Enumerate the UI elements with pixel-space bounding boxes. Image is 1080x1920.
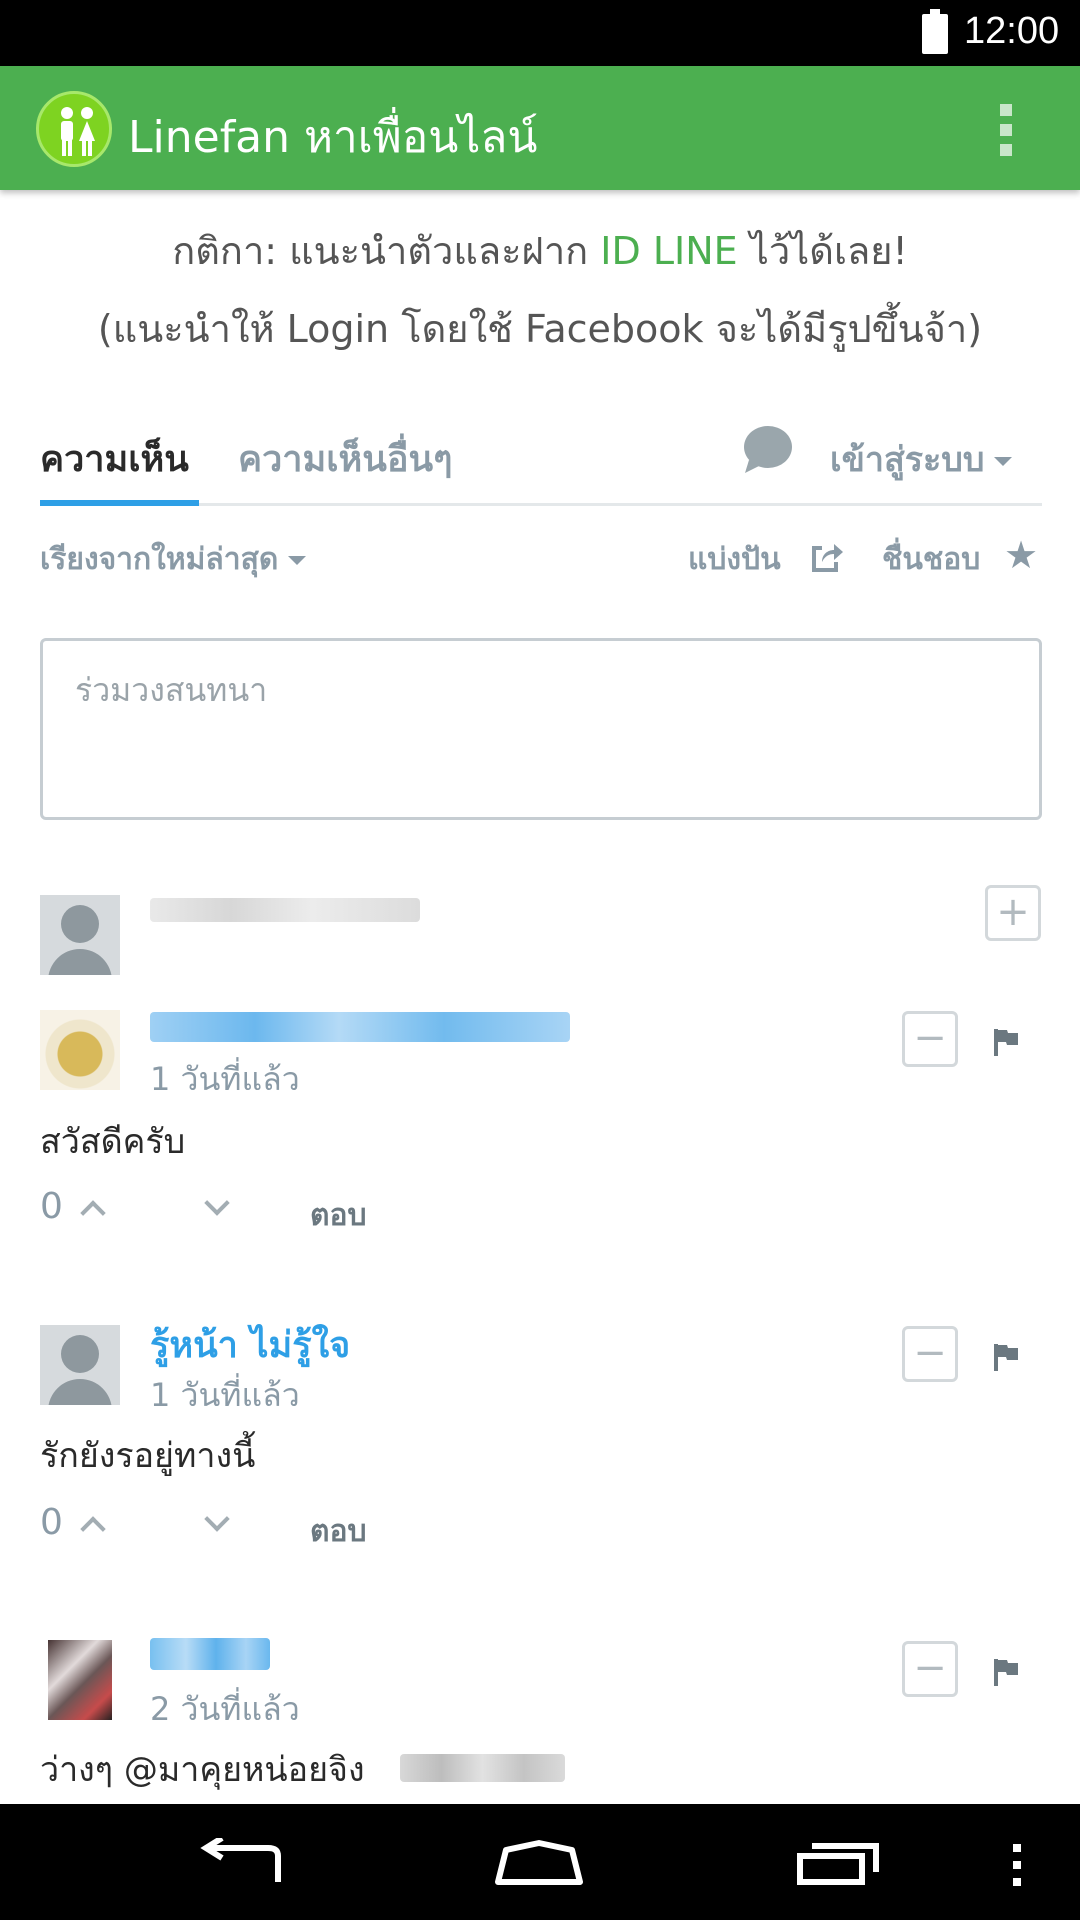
upvote-button[interactable] <box>80 1200 106 1226</box>
avatar <box>40 1010 120 1090</box>
home-icon[interactable] <box>494 1840 584 1886</box>
star-icon[interactable]: ★ <box>1004 536 1038 574</box>
downvote-button[interactable] <box>204 1190 230 1216</box>
comment-body: สวัสดีครับ <box>40 1122 186 1162</box>
app-title: Linefan หาเพื่อนไลน์ <box>128 112 538 163</box>
share-button[interactable]: แบ่งปัน <box>688 536 781 583</box>
redacted-line-id <box>400 1754 565 1782</box>
collapse-button[interactable]: − <box>902 1326 958 1382</box>
redacted-author-name[interactable] <box>150 1012 570 1042</box>
expand-button[interactable]: + <box>985 885 1041 941</box>
comment-time: 2 วันที่แล้ว <box>150 1690 300 1728</box>
rules-text: กติกา: แนะนำตัวและฝาก ID LINE ไว้ได้เลย! <box>0 220 1080 281</box>
comment-author[interactable]: รู้หน้า ไม่รู้ใจ <box>150 1316 350 1373</box>
reply-button[interactable]: ตอบ <box>310 1192 367 1239</box>
redacted-author-name[interactable] <box>150 1638 270 1670</box>
menu-dots-icon[interactable] <box>1010 1842 1024 1888</box>
rules-highlight: ID LINE <box>600 229 738 273</box>
comment-body: รักยังรอยู่ทางนี้ <box>40 1436 256 1476</box>
chevron-down-icon <box>994 457 1013 466</box>
comment-time: 1 วันที่แล้ว <box>150 1060 300 1098</box>
chevron-down-icon <box>204 1506 230 1532</box>
vote-count: 0 <box>40 1186 63 1227</box>
reply-button[interactable]: ตอบ <box>310 1508 367 1555</box>
back-icon[interactable] <box>198 1838 286 1886</box>
chat-bubble-icon <box>744 426 792 473</box>
redacted-username <box>150 898 420 922</box>
rules-prefix: กติกา: แนะนำตัวและฝาก <box>172 229 601 273</box>
battery-icon <box>922 9 948 54</box>
chevron-down-icon <box>204 1190 230 1216</box>
chevron-up-icon <box>80 1516 106 1542</box>
sort-label: เรียงจากใหม่ล่าสุด <box>40 542 279 577</box>
sort-dropdown[interactable]: เรียงจากใหม่ล่าสุด <box>40 536 307 583</box>
vote-count: 0 <box>40 1502 63 1543</box>
rules-note: (แนะนำให้ Login โดยใช้ Facebook จะได้มีร… <box>97 307 983 351</box>
comment-input-placeholder: ร่วมวงสนทนา <box>75 671 268 709</box>
tab-comments[interactable]: ความเห็น <box>40 430 189 487</box>
recent-apps-icon[interactable] <box>796 1842 882 1886</box>
collapse-button[interactable]: − <box>902 1011 958 1067</box>
login-dropdown[interactable]: เข้าสู่ระบบ <box>830 432 1013 486</box>
upvote-button[interactable] <box>80 1516 106 1542</box>
tab-active-indicator <box>40 500 199 506</box>
status-clock: 12:00 <box>964 10 1060 52</box>
comment-time: 1 วันที่แล้ว <box>150 1376 300 1414</box>
avatar <box>48 1640 112 1720</box>
collapse-button[interactable]: − <box>902 1641 958 1697</box>
status-bar: 12:00 <box>0 0 1080 66</box>
navigation-bar <box>0 1804 1080 1920</box>
chevron-down-icon <box>288 556 307 565</box>
comment-input[interactable]: ร่วมวงสนทนา <box>40 638 1042 820</box>
avatar <box>40 895 120 975</box>
overflow-menu-icon[interactable] <box>988 102 1024 158</box>
app-bar: Linefan หาเพื่อนไลน์ <box>0 66 1080 190</box>
downvote-button[interactable] <box>204 1506 230 1532</box>
share-icon[interactable] <box>808 538 844 574</box>
flag-icon[interactable] <box>993 1343 1019 1371</box>
favorite-button[interactable]: ชื่นชอบ <box>882 536 980 583</box>
chevron-up-icon <box>80 1200 106 1226</box>
rules-suffix: ไว้ได้เลย! <box>737 229 908 273</box>
avatar <box>40 1325 120 1405</box>
flag-icon[interactable] <box>993 1658 1019 1686</box>
flag-icon[interactable] <box>993 1028 1019 1056</box>
tab-other-comments[interactable]: ความเห็นอื่นๆ <box>238 430 452 487</box>
comment-body: ว่างๆ @มาคุยหน่อยจิง <box>40 1750 365 1790</box>
couple-icon <box>36 91 112 167</box>
login-label: เข้าสู่ระบบ <box>830 440 985 480</box>
